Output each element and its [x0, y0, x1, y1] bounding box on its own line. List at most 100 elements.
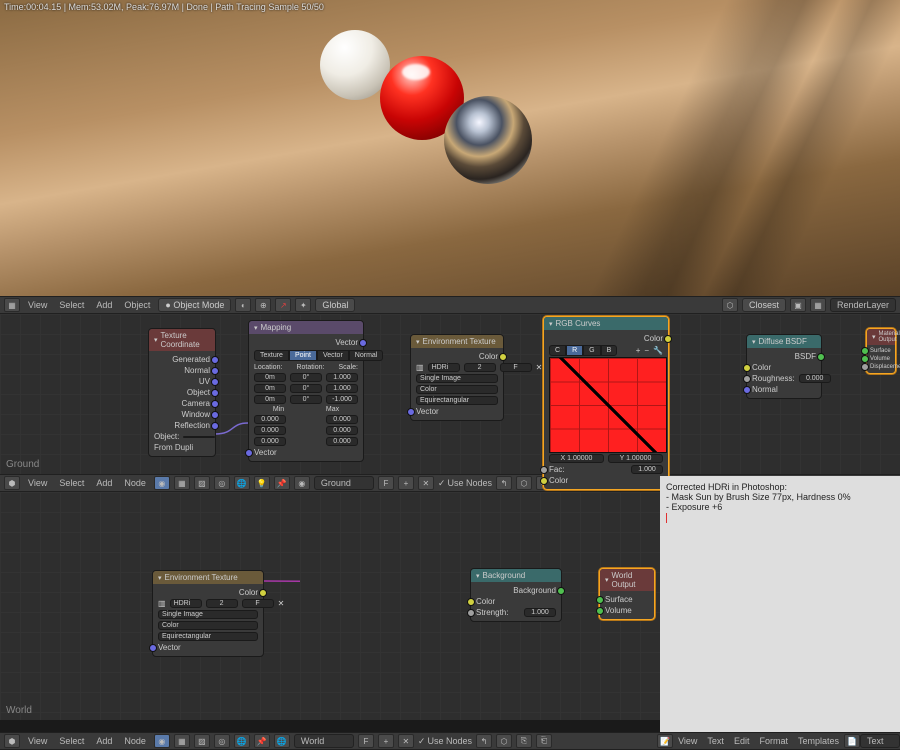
tools-icon[interactable]: 🔧 — [653, 346, 663, 355]
snap-icon[interactable]: ⬡ — [722, 298, 738, 312]
node-header[interactable]: ▾World Output — [600, 569, 654, 591]
unlink-icon[interactable]: ✕ — [398, 734, 414, 748]
render-anim-icon[interactable]: ▦ — [810, 298, 826, 312]
node-rgbcurves[interactable]: ▾RGB Curves Color C R G B + − 🔧 X 1.0000… — [543, 316, 669, 490]
loc-z[interactable]: 0m — [254, 395, 286, 404]
menu-add[interactable]: Add — [92, 300, 116, 310]
object-icon[interactable]: ◎ — [214, 476, 230, 490]
go-parent-icon[interactable]: ↰ — [476, 734, 492, 748]
node-header[interactable]: ▾Diffuse BSDF — [747, 335, 821, 348]
loc-x[interactable]: 0m — [254, 373, 286, 382]
fake-user[interactable]: F — [358, 734, 374, 748]
rot-x[interactable]: 0° — [290, 373, 322, 382]
collapse-icon[interactable]: ▾ — [158, 574, 162, 582]
menu-select[interactable]: Select — [55, 478, 88, 488]
node-canvas-material[interactable]: ▾Texture Coordinate Generated Normal UV … — [0, 314, 900, 474]
editor-type-icon[interactable]: 📝 — [657, 734, 673, 748]
collapse-icon[interactable]: ▾ — [752, 338, 756, 346]
snap-icon[interactable]: ⬡ — [496, 734, 512, 748]
node-texcoord[interactable]: ▾Texture Coordinate Generated Normal UV … — [148, 328, 216, 457]
node-matout[interactable]: ▾Material Output Surface Volume Displace… — [866, 328, 896, 374]
compositor-icon[interactable]: ▦ — [174, 734, 190, 748]
use-nodes-check[interactable]: ✓Use Nodes — [418, 736, 472, 747]
paste-icon[interactable]: ⎗ — [536, 734, 552, 748]
zoom-in-icon[interactable]: + — [636, 346, 641, 355]
world-name[interactable]: World — [294, 734, 354, 748]
node-mapping[interactable]: ▾Mapping Vector Texture Point Vector Nor… — [248, 320, 364, 462]
snap-icon[interactable]: ⬡ — [516, 476, 532, 490]
menu-node[interactable]: Node — [120, 478, 150, 488]
node-header[interactable]: ▾Background — [471, 569, 561, 582]
tab-texture[interactable]: Texture — [254, 350, 289, 361]
node-envtex-world[interactable]: ▾Environment Texture Color ▥HDRi2F✕ Sing… — [152, 570, 264, 657]
collapse-icon[interactable]: ▾ — [254, 324, 258, 332]
menu-text[interactable]: Text — [702, 734, 729, 748]
text-name[interactable]: Text — [860, 734, 900, 748]
texture-icon[interactable]: ▨ — [194, 476, 210, 490]
collapse-icon[interactable]: ▾ — [549, 320, 553, 328]
rot-y[interactable]: 0° — [290, 384, 322, 393]
zoom-out-icon[interactable]: − — [644, 346, 649, 355]
scale-y[interactable]: 1.000 — [326, 384, 358, 393]
fake-user[interactable]: F — [378, 476, 394, 490]
node-background[interactable]: ▾Background Background Color Strength:1.… — [470, 568, 562, 622]
menu-view[interactable]: View — [24, 736, 51, 746]
compositor-icon[interactable]: ▦ — [174, 476, 190, 490]
curve-widget[interactable] — [549, 357, 667, 453]
editor-type-icon[interactable]: ⬢ — [4, 734, 20, 748]
shading-icon[interactable]: ◐ — [235, 298, 251, 312]
world-browse-icon[interactable]: 🌐 — [274, 734, 290, 748]
menu-add[interactable]: Add — [92, 478, 116, 488]
world-icon[interactable]: 🌐 — [234, 476, 250, 490]
menu-view[interactable]: View — [673, 734, 702, 748]
node-header[interactable]: ▾Mapping — [249, 321, 363, 334]
shader-icon[interactable]: ◉ — [154, 734, 170, 748]
render-icon[interactable]: ▣ — [790, 298, 806, 312]
texture-icon[interactable]: ▨ — [194, 734, 210, 748]
menu-select[interactable]: Select — [55, 736, 88, 746]
rot-z[interactable]: 0° — [290, 395, 322, 404]
add-icon[interactable]: + — [378, 734, 394, 748]
manipulator-icon[interactable]: ↗ — [275, 298, 291, 312]
menu-view[interactable]: View — [24, 300, 51, 310]
menu-format[interactable]: Format — [754, 734, 793, 748]
go-parent-icon[interactable]: ↰ — [496, 476, 512, 490]
node-envtex[interactable]: ▾Environment Texture Color ▥HDRi2F✕ Sing… — [410, 334, 504, 421]
text-browse-icon[interactable]: 📄 — [844, 734, 860, 748]
renderlayer-field[interactable]: RenderLayer — [830, 298, 896, 312]
pivot-icon[interactable]: ⊕ — [255, 298, 271, 312]
unlink-icon[interactable]: ✕ — [278, 599, 285, 608]
editor-type-icon[interactable]: ▦ — [4, 298, 20, 312]
collapse-icon[interactable]: ▾ — [476, 572, 480, 580]
node-worldout[interactable]: ▾World Output Surface Volume — [599, 568, 655, 620]
channel-g[interactable]: G — [583, 345, 600, 356]
pin-icon[interactable]: 📌 — [274, 476, 290, 490]
menu-view[interactable]: View — [24, 478, 51, 488]
menu-add[interactable]: Add — [92, 736, 116, 746]
collapse-icon[interactable]: ▾ — [154, 336, 158, 344]
axis-icon[interactable]: ✦ — [295, 298, 311, 312]
menu-templates[interactable]: Templates — [793, 734, 844, 748]
copy-icon[interactable]: ⎘ — [516, 734, 532, 748]
channel-b[interactable]: B — [601, 345, 618, 356]
channel-c[interactable]: C — [549, 345, 566, 356]
image-name[interactable]: HDRi — [170, 599, 202, 608]
tab-point[interactable]: Point — [289, 350, 317, 361]
node-header[interactable]: ▾Texture Coordinate — [149, 329, 215, 351]
loc-y[interactable]: 0m — [254, 384, 286, 393]
menu-object[interactable]: Object — [120, 300, 154, 310]
mode-selector[interactable]: ● Object Mode — [158, 298, 231, 312]
pin-icon[interactable]: 📌 — [254, 734, 270, 748]
node-header[interactable]: ▾Environment Texture — [153, 571, 263, 584]
channel-r[interactable]: R — [566, 345, 583, 356]
editor-type-icon[interactable]: ⬢ — [4, 476, 20, 490]
unlink-icon[interactable]: ✕ — [536, 363, 543, 372]
add-icon[interactable]: + — [398, 476, 414, 490]
text-editor[interactable]: Corrected HDRi in Photoshop: - Mask Sun … — [660, 476, 900, 732]
menu-node[interactable]: Node — [120, 736, 150, 746]
shader-icon[interactable]: ◉ — [154, 476, 170, 490]
scale-z[interactable]: -1.000 — [326, 395, 358, 404]
snap-mode[interactable]: Closest — [742, 298, 786, 312]
scale-x[interactable]: 1.000 — [326, 373, 358, 382]
node-header[interactable]: ▾RGB Curves — [544, 317, 668, 330]
